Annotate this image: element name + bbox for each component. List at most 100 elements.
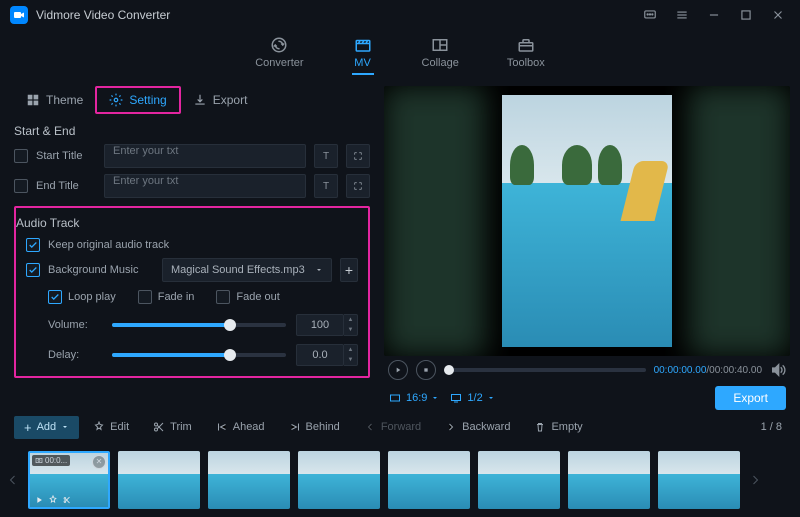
clip-thumbnail[interactable]: [658, 451, 740, 509]
clip-thumbnail[interactable]: [208, 451, 290, 509]
add-button[interactable]: +Add: [14, 416, 79, 439]
clip-thumbnail[interactable]: 00:0... ✕: [28, 451, 110, 509]
filmstrip: 00:0... ✕: [0, 442, 800, 517]
thumb-timestamp: 00:0...: [32, 455, 70, 466]
menu-button[interactable]: [670, 3, 694, 27]
loop-label: Loop play: [68, 291, 116, 303]
volume-label: Volume:: [48, 319, 102, 331]
volume-value[interactable]: 100: [296, 314, 344, 336]
tab-converter[interactable]: Converter: [255, 36, 303, 75]
clip-thumbnail[interactable]: [478, 451, 560, 509]
thumb-actions: [34, 495, 72, 505]
delay-value[interactable]: 0.0: [296, 344, 344, 366]
end-title-input[interactable]: Enter your txt: [104, 174, 306, 198]
thumb-trim-icon[interactable]: [62, 495, 72, 505]
subtab-label: Theme: [46, 93, 83, 107]
video-preview[interactable]: [384, 86, 790, 356]
collage-icon: [429, 36, 451, 54]
preview-frame: [502, 95, 672, 347]
seek-bar[interactable]: [444, 368, 646, 372]
tab-label: Toolbox: [507, 57, 545, 69]
ahead-button[interactable]: Ahead: [206, 417, 275, 437]
trim-button[interactable]: Trim: [143, 417, 202, 437]
sub-tabs: Theme Setting Export: [14, 86, 370, 114]
end-expand-button[interactable]: [346, 174, 370, 198]
play-button[interactable]: [388, 360, 408, 380]
edit-button[interactable]: Edit: [83, 417, 139, 437]
volume-spinner[interactable]: ▲▼: [344, 314, 358, 336]
tab-label: MV: [354, 57, 371, 69]
backward-button[interactable]: Backward: [435, 417, 520, 437]
stop-button[interactable]: [416, 360, 436, 380]
aspect-ratio-dropdown[interactable]: 16:9: [388, 392, 439, 404]
tab-collage[interactable]: Collage: [422, 36, 459, 75]
subtab-theme[interactable]: Theme: [14, 86, 95, 114]
subtab-setting[interactable]: Setting: [95, 86, 180, 114]
tab-label: Collage: [422, 57, 459, 69]
end-text-style-button[interactable]: T: [314, 174, 338, 198]
start-title-checkbox[interactable]: [14, 149, 28, 163]
end-title-checkbox[interactable]: [14, 179, 28, 193]
tab-toolbox[interactable]: Toolbox: [507, 36, 545, 75]
maximize-button[interactable]: [734, 3, 758, 27]
subtab-label: Setting: [129, 93, 166, 107]
volume-slider[interactable]: [112, 323, 286, 327]
tab-label: Converter: [255, 57, 303, 69]
fadeout-label: Fade out: [236, 291, 279, 303]
settings-panel: Theme Setting Export Start & End Start T…: [0, 80, 384, 412]
close-button[interactable]: [766, 3, 790, 27]
add-bgm-button[interactable]: +: [340, 258, 358, 282]
keep-audio-checkbox[interactable]: [26, 238, 40, 252]
start-end-header: Start & End: [14, 124, 370, 138]
fadein-checkbox[interactable]: [138, 290, 152, 304]
audio-track-section: Audio Track Keep original audio track Ba…: [14, 206, 370, 378]
start-title-label: Start Title: [36, 150, 96, 162]
bgm-checkbox[interactable]: [26, 263, 40, 277]
thumb-edit-icon[interactable]: [48, 495, 58, 505]
preview-panel: 00:00:00.00/00:00:40.00 16:9 1/2 Export: [384, 80, 800, 412]
subtab-label: Export: [213, 93, 248, 107]
clip-thumbnail[interactable]: [388, 451, 470, 509]
tab-mv[interactable]: MV: [352, 36, 374, 75]
clip-toolbar: +Add Edit Trim Ahead Behind Forward Back…: [0, 412, 800, 442]
clip-thumbnail[interactable]: [298, 451, 380, 509]
forward-button[interactable]: Forward: [354, 417, 431, 437]
toolbox-icon: [515, 36, 537, 54]
mv-icon: [352, 36, 374, 54]
volume-icon[interactable]: [770, 362, 786, 378]
start-text-style-button[interactable]: T: [314, 144, 338, 168]
title-bar: Vidmore Video Converter: [0, 0, 800, 30]
app-logo: [10, 6, 28, 24]
keep-audio-label: Keep original audio track: [48, 239, 169, 251]
delay-label: Delay:: [48, 349, 102, 361]
subtab-export[interactable]: Export: [181, 86, 260, 114]
converter-icon: [268, 36, 290, 54]
fadeout-checkbox[interactable]: [216, 290, 230, 304]
end-title-label: End Title: [36, 180, 96, 192]
clip-thumbnail[interactable]: [118, 451, 200, 509]
clip-thumbnail[interactable]: [568, 451, 650, 509]
bgm-label: Background Music: [48, 264, 154, 276]
aspect-row: 16:9 1/2 Export: [384, 384, 790, 412]
feedback-button[interactable]: [638, 3, 662, 27]
export-button[interactable]: Export: [715, 386, 786, 410]
pager: 1 / 8: [761, 421, 782, 433]
delay-spinner[interactable]: ▲▼: [344, 344, 358, 366]
fadein-label: Fade in: [158, 291, 195, 303]
thumb-remove[interactable]: ✕: [92, 455, 106, 469]
filmstrip-next[interactable]: [748, 450, 762, 510]
behind-button[interactable]: Behind: [279, 417, 350, 437]
time-display: 00:00:00.00/00:00:40.00: [654, 365, 762, 376]
start-expand-button[interactable]: [346, 144, 370, 168]
start-title-input[interactable]: Enter your txt: [104, 144, 306, 168]
app-title: Vidmore Video Converter: [36, 8, 170, 22]
minimize-button[interactable]: [702, 3, 726, 27]
bgm-file: Magical Sound Effects.mp3: [171, 264, 305, 276]
empty-button[interactable]: Empty: [524, 417, 592, 437]
thumb-play-icon[interactable]: [34, 495, 44, 505]
loop-checkbox[interactable]: [48, 290, 62, 304]
bgm-dropdown[interactable]: Magical Sound Effects.mp3: [162, 258, 332, 282]
delay-slider[interactable]: [112, 353, 286, 357]
filmstrip-prev[interactable]: [6, 450, 20, 510]
zoom-dropdown[interactable]: 1/2: [449, 392, 494, 404]
